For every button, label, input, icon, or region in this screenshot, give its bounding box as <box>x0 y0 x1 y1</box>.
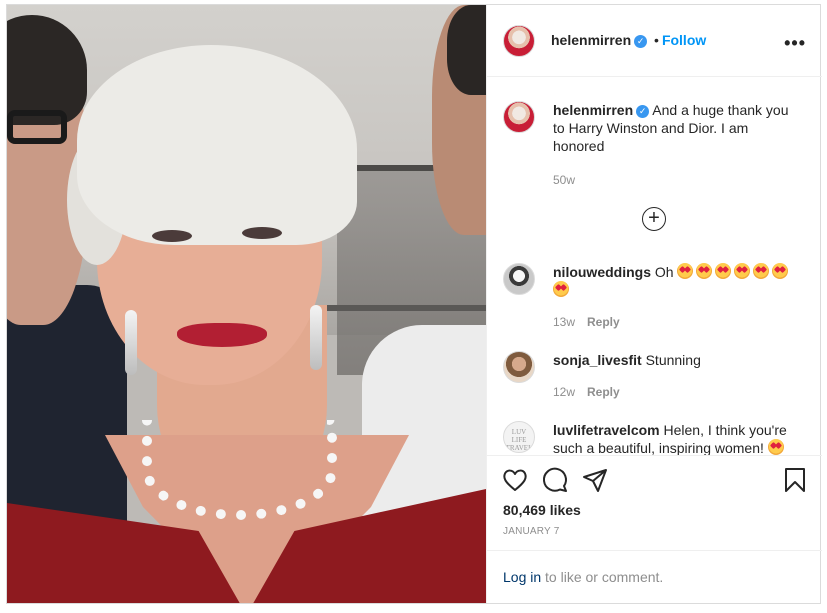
right-eye <box>242 227 282 239</box>
caption-username[interactable]: helenmirren <box>553 102 633 118</box>
lips <box>177 323 267 347</box>
comment-text-block: luvlifetravelcom Helen, I think you're s… <box>553 421 798 455</box>
glasses <box>7 110 67 144</box>
left-eye <box>152 230 192 242</box>
login-link[interactable]: Log in <box>503 569 541 585</box>
comment-item: LUV LIFE TRAVEL luvlifetravelcom Helen, … <box>503 421 808 455</box>
comment-avatar[interactable] <box>503 351 535 383</box>
heart-eyes-emoji-icon <box>677 263 694 279</box>
comments-list[interactable]: helenmirren ✓ And a huge thank you to Har… <box>487 77 822 455</box>
post-modal: helenmirren ✓ • Follow ••• helenmirren ✓ An… <box>6 4 822 604</box>
author-avatar[interactable] <box>503 25 535 57</box>
caption-text-block: helenmirren ✓ And a huge thank you to Har… <box>553 101 798 155</box>
comment-icon[interactable] <box>541 466 569 494</box>
comment-username[interactable]: nilouweddings <box>553 264 651 280</box>
follow-button[interactable]: Follow <box>662 32 706 48</box>
comment-text-block: sonja_livesfit Stunning <box>553 351 798 369</box>
heart-icon[interactable] <box>501 466 529 494</box>
comment-avatar[interactable]: LUV LIFE TRAVEL <box>503 421 535 453</box>
post-sidebar: helenmirren ✓ • Follow ••• helenmirren ✓ An… <box>486 5 822 603</box>
comment-age: 12w <box>553 385 576 399</box>
left-earring <box>125 310 137 375</box>
verified-badge-icon: ✓ <box>634 35 648 48</box>
heart-eyes-emoji-icon <box>715 263 732 279</box>
heart-eyes-emoji-icon <box>767 439 784 455</box>
heart-eyes-emoji-icon <box>696 263 713 279</box>
comment-item: nilouweddings Oh 13w Reply <box>503 263 808 333</box>
more-options-icon[interactable]: ••• <box>784 33 806 54</box>
heart-eyes-emoji-icon <box>734 263 751 279</box>
caption-age: 50w <box>553 173 576 187</box>
login-prompt: Log in to like or comment. <box>487 550 822 604</box>
caption: helenmirren ✓ And a huge thank you to Har… <box>503 101 808 191</box>
post-photo[interactable] <box>7 5 486 603</box>
plus-circle-icon[interactable]: + <box>642 207 666 231</box>
comment-username[interactable]: luvlifetravelcom <box>553 422 660 438</box>
heart-eyes-emoji-icon <box>772 263 789 279</box>
author-line: helenmirren ✓ • Follow <box>551 32 706 48</box>
verified-badge-icon: ✓ <box>636 105 650 118</box>
comment-text-block: nilouweddings Oh <box>553 263 798 299</box>
post-header: helenmirren ✓ • Follow ••• <box>487 5 822 77</box>
author-username[interactable]: helenmirren <box>551 32 631 48</box>
comment-age: 13w <box>553 315 576 329</box>
share-icon[interactable] <box>581 466 609 494</box>
heart-eyes-emoji-icon <box>553 281 569 297</box>
separator-dot: • <box>654 32 659 48</box>
like-count[interactable]: 80,469 likes <box>503 502 581 518</box>
caption-avatar[interactable] <box>503 101 535 133</box>
right-earring <box>310 305 322 370</box>
comment-avatar[interactable] <box>503 263 535 295</box>
comment-text: Stunning <box>645 352 701 368</box>
diamond-necklace <box>142 420 337 520</box>
comment-item: sonja_livesfit Stunning 12w Reply <box>503 351 808 401</box>
post-date[interactable]: JANUARY 7 <box>503 526 559 537</box>
comment-text: Oh <box>654 264 674 280</box>
comment-meta: 13w Reply <box>553 315 620 329</box>
reply-button[interactable]: Reply <box>587 315 620 329</box>
bookmark-icon[interactable] <box>781 466 809 494</box>
comment-username[interactable]: sonja_livesfit <box>553 352 642 368</box>
right-person-hair <box>447 5 486 95</box>
post-actions: 80,469 likes JANUARY 7 Log in to like or… <box>487 455 822 603</box>
login-text: Log in to like or comment. <box>503 569 663 585</box>
heart-eyes-emoji-icon <box>753 263 770 279</box>
reply-button[interactable]: Reply <box>587 385 620 399</box>
login-rest-text: to like or comment. <box>545 569 664 585</box>
rack-bar-lower <box>322 305 486 311</box>
comment-meta: 12w Reply <box>553 385 620 399</box>
